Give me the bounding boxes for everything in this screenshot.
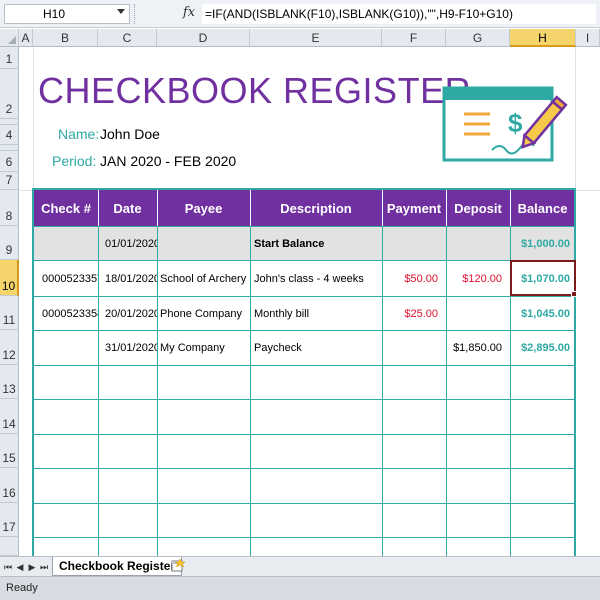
header-payee[interactable]: Payee — [157, 190, 250, 226]
header-divider — [510, 190, 511, 226]
header-balance[interactable]: Balance — [510, 190, 575, 226]
check-pen-logo-icon: $ — [442, 86, 568, 162]
cell-shade — [383, 227, 446, 260]
column-header-h[interactable]: H — [510, 29, 576, 47]
table-gridline — [34, 434, 575, 435]
header-payment[interactable]: Payment — [382, 190, 446, 226]
cell-balance[interactable]: $1,070.00 — [511, 261, 570, 296]
sheet-tab-bar: ⏮ ◀ ▶ ⏭ Checkbook Register — [0, 556, 600, 576]
cell-payee[interactable]: My Company — [160, 331, 249, 365]
formula-bar: H10 fx =IF(AND(ISBLANK(F10),ISBLANK(G10)… — [0, 0, 600, 28]
cell-description[interactable]: John's class - 4 weeks — [254, 261, 381, 296]
header-divider — [382, 190, 383, 226]
page-title: CHECKBOOK REGISTER — [38, 70, 472, 111]
new-sheet-icon[interactable] — [170, 559, 186, 573]
table-gridline — [157, 226, 158, 556]
row-header-10[interactable]: 10 — [0, 260, 19, 296]
cell-payee[interactable]: Phone Company — [160, 297, 249, 330]
header-date[interactable]: Date — [98, 190, 157, 226]
row-header-12[interactable]: 12 — [0, 330, 19, 365]
period-label: Period: — [52, 153, 97, 169]
row-header-7[interactable]: 7 — [0, 172, 19, 190]
status-text: Ready — [6, 582, 38, 594]
header-divider — [446, 190, 447, 226]
header-description[interactable]: Description — [250, 190, 382, 226]
row-header-11[interactable]: 11 — [0, 296, 19, 330]
row-header-17[interactable]: 17 — [0, 503, 19, 537]
cell-balance[interactable]: $1,045.00 — [511, 297, 570, 330]
status-bar: Ready — [0, 576, 600, 600]
cell-description[interactable]: Monthly bill — [254, 297, 381, 330]
select-all-icon — [8, 36, 16, 44]
fill-handle[interactable] — [571, 291, 577, 297]
formula-input[interactable]: =IF(AND(ISBLANK(F10),ISBLANK(G10)),"",H9… — [202, 4, 596, 24]
column-header-e[interactable]: E — [250, 29, 382, 47]
row-header-1[interactable]: 1 — [0, 47, 19, 69]
header-deposit[interactable]: Deposit — [446, 190, 510, 226]
column-header-i[interactable]: I — [576, 29, 600, 47]
row-header-16[interactable]: 16 — [0, 468, 19, 503]
cell-payment[interactable]: $25.00 — [383, 297, 438, 330]
cell-shade — [158, 227, 250, 260]
header-divider — [157, 190, 158, 226]
column-header-f[interactable]: F — [382, 29, 446, 47]
table-gridline — [250, 226, 251, 556]
table-gridline — [34, 399, 575, 400]
cell-description[interactable]: Paycheck — [254, 331, 381, 365]
svg-text:$: $ — [508, 108, 523, 138]
table-gridline — [34, 503, 575, 504]
name-value[interactable]: John Doe — [100, 126, 160, 142]
name-label: Name: — [58, 126, 100, 142]
nav-prev-icon[interactable]: ◀ — [15, 560, 25, 574]
nav-next-icon[interactable]: ▶ — [27, 560, 37, 574]
function-icon[interactable]: fx — [178, 3, 200, 23]
row-header-18[interactable] — [0, 537, 19, 556]
period-value[interactable]: JAN 2020 - FEB 2020 — [100, 153, 236, 169]
name-box[interactable]: H10 — [4, 4, 130, 24]
cell-balance[interactable]: $1,000.00 — [511, 227, 570, 260]
nav-first-icon[interactable]: ⏮ — [3, 560, 13, 574]
table-gridline — [34, 365, 575, 366]
cell-payment[interactable]: $50.00 — [383, 261, 438, 296]
row-header-15[interactable]: 15 — [0, 434, 19, 468]
table-gridline — [34, 537, 575, 538]
cell-date[interactable]: 01/01/2020 — [105, 227, 157, 260]
column-header-g[interactable]: G — [446, 29, 510, 47]
row-header-9[interactable]: 9 — [0, 226, 19, 260]
column-header-d[interactable]: D — [157, 29, 250, 47]
cell-date[interactable]: 18/01/2020 — [105, 261, 157, 296]
row-header-14[interactable]: 14 — [0, 399, 19, 434]
table-gridline — [34, 468, 575, 469]
cell-description[interactable]: Start Balance — [254, 227, 380, 260]
row-header-6[interactable]: 6 — [0, 151, 19, 172]
column-header-a[interactable]: A — [19, 29, 33, 47]
row-header-4[interactable]: 4 — [0, 125, 19, 145]
formula-bar-separator[interactable] — [134, 4, 136, 24]
cell-shade — [34, 227, 98, 260]
row-header-13[interactable]: 13 — [0, 365, 19, 399]
select-all-button[interactable] — [0, 29, 19, 47]
header-divider — [250, 190, 251, 226]
cell-date[interactable]: 31/01/2020 — [105, 331, 157, 365]
namebox-dropdown-icon[interactable] — [117, 9, 125, 14]
cell-check-number[interactable]: 0000523357 — [42, 261, 98, 296]
cell-balance[interactable]: $2,895.00 — [511, 331, 570, 365]
cell-check-number[interactable]: 0000523358 — [42, 297, 98, 330]
cell-deposit[interactable]: $1,850.00 — [447, 331, 502, 365]
header-check-number[interactable]: Check # — [34, 190, 98, 226]
cell-deposit[interactable]: $120.00 — [447, 261, 502, 296]
table-gridline — [98, 226, 99, 556]
row-header-2[interactable]: 2 — [0, 69, 19, 119]
column-header-c[interactable]: C — [98, 29, 157, 47]
gridline — [33, 47, 34, 555]
nav-last-icon[interactable]: ⏭ — [39, 560, 49, 574]
column-header-b[interactable]: B — [33, 29, 98, 47]
cell-payee[interactable]: School of Archery — [160, 261, 249, 296]
sheet-tab[interactable]: Checkbook Register — [52, 557, 183, 576]
cell-shade — [447, 227, 510, 260]
cell-date[interactable]: 20/01/2020 — [105, 297, 157, 330]
header-divider — [98, 190, 99, 226]
row-header-8[interactable]: 8 — [0, 190, 19, 226]
